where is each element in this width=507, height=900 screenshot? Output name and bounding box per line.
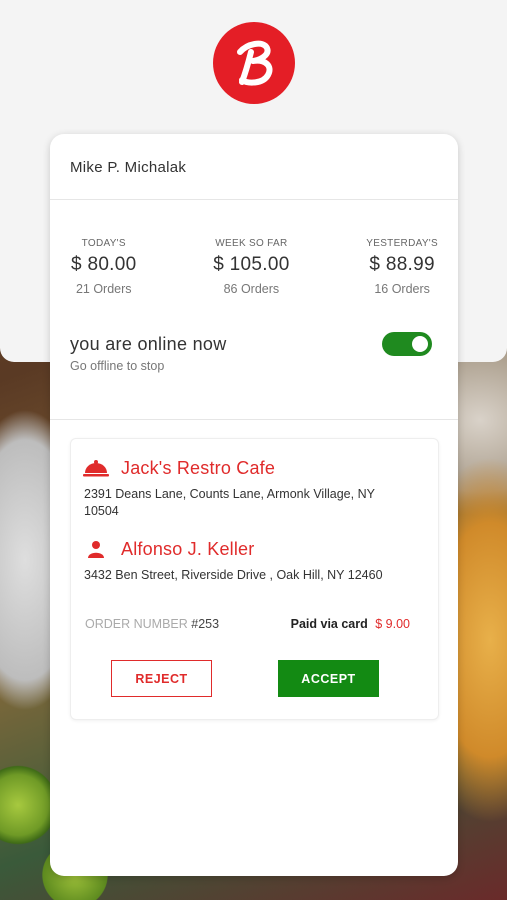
stat-amount: $ 88.99 (369, 254, 435, 275)
person-icon (83, 538, 109, 560)
stat-orders: 16 Orders (374, 282, 430, 296)
driver-name: Mike P. Michalak (70, 159, 187, 176)
order-meta: ORDER NUMBER #253 Paid via card $ 9.00 (85, 617, 425, 631)
accept-button[interactable]: ACCEPT (278, 660, 379, 697)
reject-button[interactable]: REJECT (111, 660, 212, 697)
online-toggle[interactable] (382, 332, 432, 356)
order-number-label: ORDER NUMBER (85, 617, 188, 631)
brand-logo (213, 22, 295, 104)
cloche-icon (83, 457, 109, 479)
restaurant-address: 2391 Deans Lane, Counts Lane, Armonk Vil… (84, 487, 375, 518)
restaurant-row: Jack's Restro Cafe (83, 457, 275, 479)
payment-amount: $ 9.00 (375, 617, 410, 631)
earnings-stats: TODAY'S $ 80.00 21 Orders WEEK SO FAR $ … (50, 200, 458, 310)
stat-today: TODAY'S $ 80.00 21 Orders (71, 238, 137, 310)
driver-dashboard-card: Mike P. Michalak TODAY'S $ 80.00 21 Orde… (50, 134, 458, 876)
stat-orders: 21 Orders (75, 282, 132, 296)
customer-address: 3432 Ben Street, Riverside Drive , Oak H… (84, 568, 383, 582)
stat-amount: $ 80.00 (71, 254, 137, 275)
stat-label: TODAY'S (81, 238, 126, 249)
payment-info: Paid via card $ 9.00 (291, 617, 410, 631)
stat-label: WEEK SO FAR (215, 238, 288, 249)
stat-yesterday: YESTERDAY'S $ 88.99 16 Orders (366, 238, 438, 310)
toggle-knob (412, 336, 428, 352)
stat-label: YESTERDAY'S (366, 238, 438, 249)
stat-orders: 86 Orders (223, 282, 280, 296)
order-request-card: Jack's Restro Cafe 2391 Deans Lane, Coun… (70, 438, 439, 720)
order-number: #253 (191, 617, 220, 631)
restaurant-name: Jack's Restro Cafe (121, 457, 276, 478)
online-status-row: you are online now Go offline to stop (50, 310, 458, 420)
online-status-subtitle: Go offline to stop (70, 359, 165, 373)
stat-amount: $ 105.00 (213, 254, 290, 275)
card-header: Mike P. Michalak (50, 134, 458, 200)
customer-name: Alfonso J. Keller (121, 538, 255, 559)
customer-row: Alfonso J. Keller (83, 538, 254, 560)
stat-week: WEEK SO FAR $ 105.00 86 Orders (213, 238, 289, 310)
payment-label: Paid via card (290, 617, 368, 631)
